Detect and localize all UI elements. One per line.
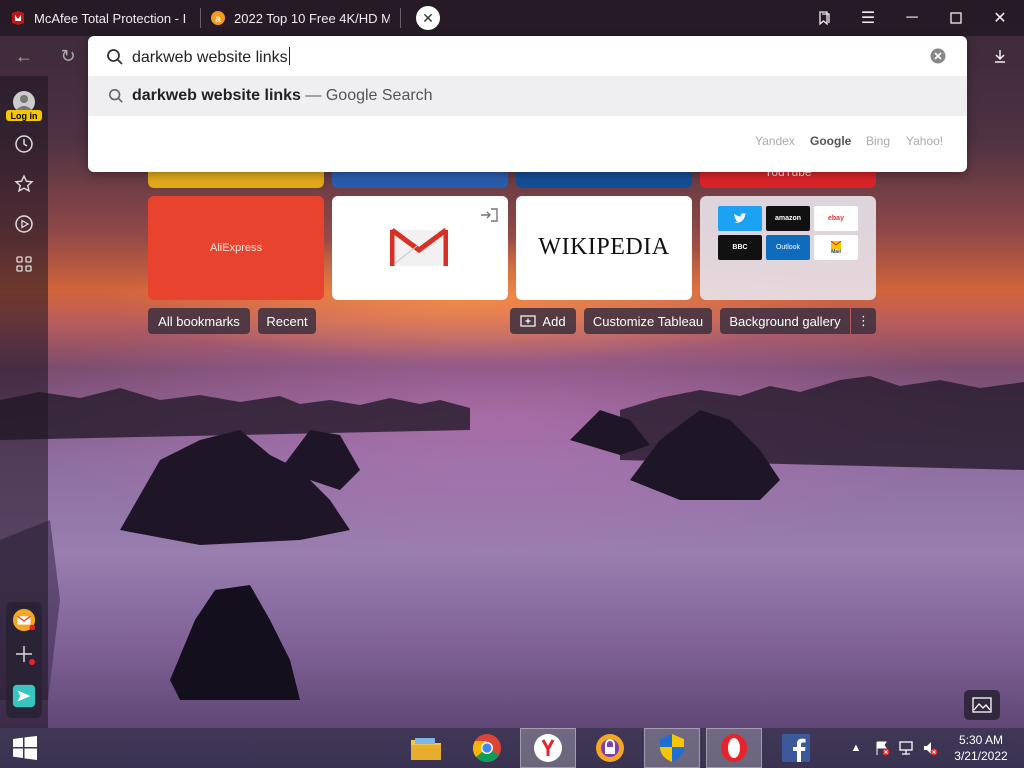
recent-button[interactable]: Recent (258, 308, 316, 334)
add-button[interactable]: Add (510, 308, 576, 334)
more-options-icon[interactable]: ⋮ (851, 308, 876, 334)
bitty-icon: a (210, 10, 226, 26)
text-caret (288, 47, 290, 65)
facebook-icon[interactable] (768, 728, 824, 768)
signin-icon (481, 208, 498, 222)
all-bookmarks-button[interactable]: All bookmarks (148, 308, 250, 334)
tab-mcafee[interactable]: McAfee Total Protection - I (10, 0, 196, 36)
search-icon (107, 49, 123, 65)
bbc-label: BBC (732, 244, 748, 251)
image-icon (972, 697, 992, 713)
amazon-label: amazon (774, 215, 802, 222)
video-play-icon[interactable] (12, 212, 36, 236)
address-bar[interactable]: darkweb website links (88, 36, 967, 76)
opera-icon[interactable] (706, 728, 762, 768)
system-clock[interactable]: 5:30 AM 3/21/2022 (946, 732, 1016, 764)
customize-tableau-button[interactable]: Customize Tableau (584, 308, 712, 334)
close-tab-icon[interactable]: ✕ (416, 6, 440, 30)
engine-yandex[interactable]: Yandex (755, 134, 795, 148)
secure-browser-icon[interactable] (582, 728, 638, 768)
tab-top10-free[interactable]: a 2022 Top 10 Free 4K/HD M (210, 0, 390, 36)
search-query: darkweb website links (132, 49, 288, 66)
show-hidden-icons-icon[interactable]: ▲ (848, 740, 864, 756)
taskbar: ▲ 5:30 AM 3/21/2022 (0, 728, 1024, 768)
bookmarks-panel-icon[interactable] (802, 0, 846, 36)
outlook-label: Outlook (775, 244, 801, 251)
chrome-icon[interactable] (459, 728, 515, 768)
action-center-flag-icon[interactable] (874, 740, 890, 756)
background-image-button[interactable] (964, 690, 1000, 720)
reload-icon[interactable]: ↻ (54, 42, 82, 70)
wikipedia-wordmark: WIKIPEDIA (538, 234, 670, 260)
clear-input-icon[interactable] (930, 48, 946, 64)
suggestion-query: darkweb website links (132, 87, 301, 104)
engine-google[interactable]: Google (810, 134, 851, 148)
twitter-icon (718, 206, 762, 231)
tab-strip: McAfee Total Protection - I a 2022 Top 1… (0, 0, 1024, 36)
search-suggestion[interactable]: darkweb website links — Google Search (88, 76, 967, 116)
tab-title: 2022 Top 10 Free 4K/HD M (234, 10, 390, 26)
tile-sites-folder[interactable]: amazon ebay BBC Outlook Mail (700, 196, 876, 300)
bbc-icon: BBC (718, 235, 762, 260)
engine-bing[interactable]: Bing (866, 134, 890, 148)
send-app-icon[interactable] (12, 684, 36, 708)
close-window-icon[interactable]: ✕ (978, 0, 1022, 36)
network-icon[interactable] (898, 740, 914, 756)
volume-muted-icon[interactable] (922, 740, 938, 756)
ebay-icon: ebay (814, 206, 858, 231)
tile-gmail[interactable] (332, 196, 508, 300)
login-badge[interactable]: Log in (6, 110, 42, 121)
yandex-browser-icon[interactable] (520, 728, 576, 768)
tab-title: McAfee Total Protection - I (34, 10, 187, 26)
aliexpress-label: AliExpress (210, 242, 262, 254)
download-icon[interactable] (986, 42, 1014, 70)
minimize-icon[interactable]: ─ (890, 0, 934, 36)
menu-icon[interactable]: ☰ (846, 0, 890, 36)
mail-app-icon[interactable] (12, 608, 36, 632)
ebay-label: ebay (828, 215, 844, 222)
tile-aliexpress[interactable]: AliExpress (148, 196, 324, 300)
search-input[interactable]: darkweb website links (132, 47, 290, 67)
omnibox-dropdown: darkweb website links darkweb website li… (88, 36, 967, 172)
outlook-icon: Outlook (766, 235, 810, 260)
bookmarks-star-icon[interactable] (12, 172, 36, 196)
mail-label: Mail (831, 248, 841, 255)
amazon-icon: amazon (766, 206, 810, 231)
search-icon (108, 88, 123, 103)
windows-security-shield-icon[interactable] (644, 728, 700, 768)
add-app-icon[interactable] (12, 642, 36, 666)
background-gallery-button[interactable]: Background gallery (720, 308, 850, 334)
tab-separator (200, 8, 201, 28)
tile-wikipedia[interactable]: WIKIPEDIA (516, 196, 692, 300)
add-label: Add (542, 313, 566, 329)
svg-text:a: a (215, 14, 221, 25)
add-icon (520, 315, 537, 327)
back-arrow-icon[interactable]: ← (10, 42, 38, 70)
suggestion-source: — Google Search (300, 87, 433, 104)
clock-time: 5:30 AM (958, 733, 1004, 747)
mcafee-icon (10, 10, 26, 26)
apps-grid-icon[interactable] (12, 252, 36, 276)
clock-date: 3/21/2022 (954, 749, 1008, 763)
mail-icon: Mail (814, 235, 858, 260)
gmail-logo-icon (390, 227, 448, 266)
file-explorer-icon[interactable] (398, 728, 454, 768)
history-icon[interactable] (12, 132, 36, 156)
maximize-icon[interactable] (934, 0, 978, 36)
engine-yahoo[interactable]: Yahoo! (906, 134, 943, 148)
windows-start-icon[interactable] (0, 728, 50, 768)
tab-separator (400, 8, 401, 28)
